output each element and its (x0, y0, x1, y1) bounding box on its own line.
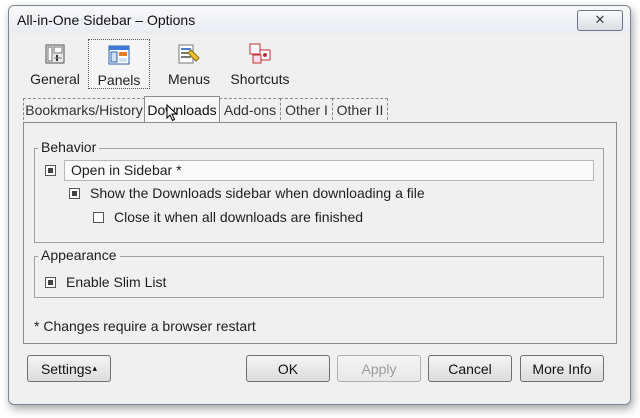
open-in-sidebar-option[interactable]: Open in Sidebar * (45, 160, 594, 181)
show-downloads-sidebar-checkbox[interactable] (69, 187, 80, 199)
close-icon: ✕ (594, 13, 606, 28)
close-when-finished-option[interactable]: Close it when all downloads are finished (93, 209, 363, 225)
restart-note: * Changes require a browser restart (34, 318, 256, 334)
menus-icon (177, 42, 201, 66)
general-icon (43, 42, 67, 66)
show-downloads-sidebar-option[interactable]: Show the Downloads sidebar when download… (69, 185, 425, 201)
appearance-group: Appearance Enable Slim List (34, 247, 604, 298)
tab-other-2[interactable]: Other II (332, 98, 388, 120)
tab-bookmarks-history[interactable]: Bookmarks/History (23, 98, 145, 120)
option-label: Enable Slim List (66, 274, 167, 290)
toolbar-general[interactable]: General (21, 39, 89, 87)
options-dialog: All-in-One Sidebar – Options ✕ General P… (8, 5, 631, 405)
ok-button[interactable]: OK (246, 355, 330, 382)
tab-downloads[interactable]: Downloads (144, 96, 220, 122)
apply-button[interactable]: Apply (337, 355, 421, 382)
tab-other-1[interactable]: Other I (280, 98, 333, 120)
option-label: Open in Sidebar * (64, 160, 594, 181)
appearance-legend: Appearance (38, 247, 120, 263)
settings-label: Settings (40, 360, 92, 377)
more-info-button[interactable]: More Info (520, 355, 604, 382)
enable-slim-list-option[interactable]: Enable Slim List (45, 274, 166, 290)
toolbar-shortcuts[interactable]: Shortcuts (223, 39, 297, 87)
toolbar-label: General (30, 71, 80, 87)
close-when-finished-checkbox[interactable] (93, 211, 104, 223)
panels-icon (107, 43, 131, 67)
open-in-sidebar-checkbox[interactable] (45, 165, 56, 176)
option-label: Show the Downloads sidebar when download… (90, 185, 425, 201)
window-title: All-in-One Sidebar – Options (17, 12, 196, 28)
tab-add-ons[interactable]: Add-ons (219, 98, 281, 120)
behavior-legend: Behavior (38, 139, 100, 155)
shortcuts-icon (248, 42, 272, 66)
cancel-button[interactable]: Cancel (428, 355, 512, 382)
toolbar-label: Shortcuts (230, 71, 290, 87)
enable-slim-list-checkbox[interactable] (45, 276, 56, 288)
mouse-pointer-icon (166, 103, 178, 126)
toolbar-panels[interactable]: Panels (88, 39, 150, 89)
downloads-tab-panel: Behavior Open in Sidebar * Show the Down… (23, 122, 617, 344)
option-label: Close it when all downloads are finished (114, 209, 364, 225)
title-bar[interactable]: All-in-One Sidebar – Options ✕ (9, 6, 630, 33)
close-button[interactable]: ✕ (577, 10, 623, 31)
behavior-group: Behavior Open in Sidebar * Show the Down… (34, 139, 604, 243)
toolbar-menus[interactable]: Menus (157, 39, 221, 87)
settings-button[interactable]: Settings ▴ (27, 355, 111, 382)
toolbar-label: Menus (167, 71, 211, 87)
menu-arrow-icon: ▴ (92, 363, 98, 373)
toolbar-label: Panels (97, 72, 141, 88)
